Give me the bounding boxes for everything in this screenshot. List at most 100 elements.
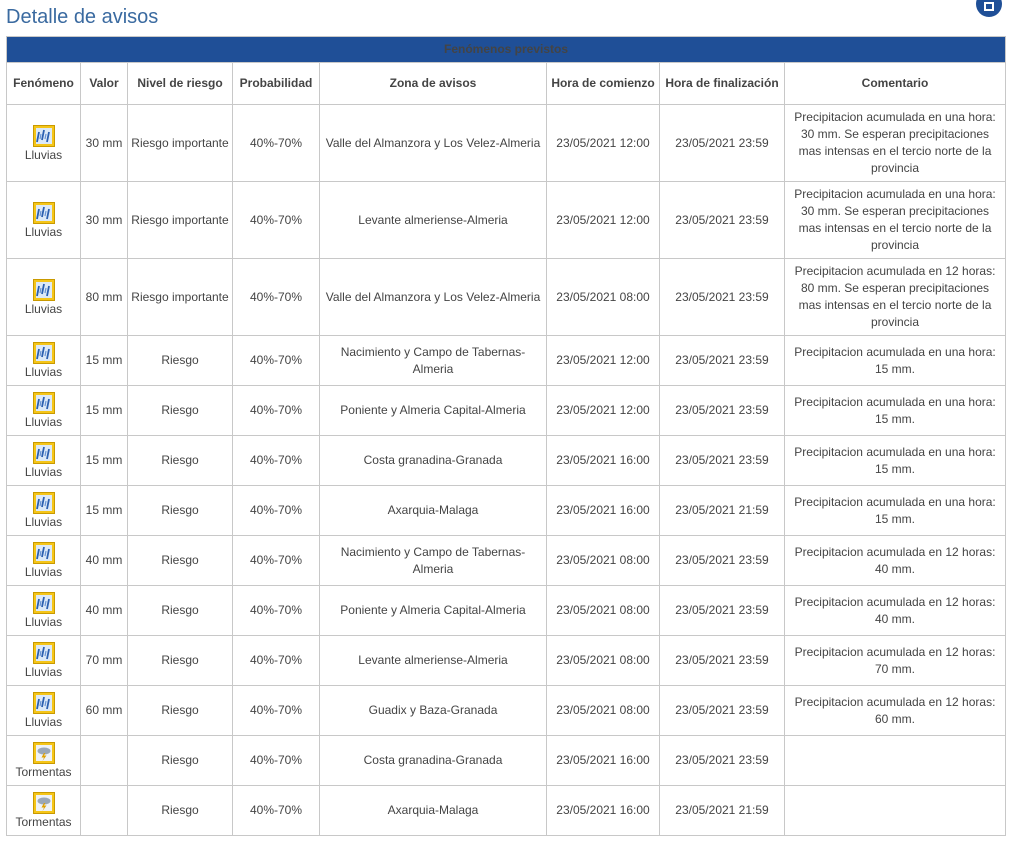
table-row: Lluvias 15 mm Riesgo 40%-70% Nacimiento y Ca… [6,335,1007,386]
cell-fenomeno: Lluvias [6,181,81,259]
cell-valor: 15 mm [80,385,128,436]
fenomeno-label: Lluvias [24,224,63,239]
table-body: Lluvias 30 mm Riesgo importante 40%-70% Vall… [6,104,1007,836]
cell-probabilidad: 40%-70% [232,785,320,836]
table-row: Tormentas Riesgo 40%-70% Axarquia-Malaga 23/… [6,785,1007,836]
cell-probabilidad: 40%-70% [232,385,320,436]
fenomeno-label: Lluvias [24,365,63,379]
rain-icon [32,592,55,614]
cell-zona: Valle del Almanzora y Los Velez-Almeria [319,258,547,336]
cell-zona: Valle del Almanzora y Los Velez-Almeria [319,104,547,182]
cell-nivel: Riesgo [127,485,233,536]
cell-fenomeno: Lluvias [6,535,81,586]
table-row: Lluvias 15 mm Riesgo 40%-70% Costa granadina… [6,435,1007,486]
cell-valor [80,735,128,786]
cell-zona: Costa granadina-Granada [319,735,547,786]
cell-fenomeno: Tormentas [6,735,81,786]
cell-comentario: Precipitacion acumulada en 12 horas: 40 … [783,535,1007,586]
cell-comienzo: 23/05/2021 16:00 [546,785,660,836]
cell-zona: Nacimiento y Campo de Tabernas-Almeria [319,335,547,386]
cell-finalizacion: 23/05/2021 23:59 [659,585,785,636]
cell-zona: Axarquia-Malaga [319,785,547,836]
fenomeno-label: Tormentas [15,815,72,829]
cell-fenomeno: Tormentas [6,785,81,836]
table-caption: Fenómenos previstos [5,36,1007,63]
cell-nivel: Riesgo importante [127,181,233,259]
cell-nivel: Riesgo importante [127,104,233,182]
header-comienzo: Hora de comienzo [546,62,660,105]
header-finalizacion: Hora de finalización [659,62,785,105]
cell-valor: 15 mm [80,335,128,386]
cell-finalizacion: 23/05/2021 23:59 [659,535,785,586]
cell-nivel: Riesgo importante [127,258,233,336]
table-row: Lluvias 70 mm Riesgo 40%-70% Levante almerie… [6,635,1007,686]
cell-probabilidad: 40%-70% [232,485,320,536]
cell-nivel: Riesgo [127,435,233,486]
cell-comentario: Precipitacion acumulada en una hora: 15 … [783,335,1007,386]
table-row: Lluvias 15 mm Riesgo 40%-70% Poniente y Alme… [6,385,1007,436]
header-valor: Valor [80,62,128,105]
fenomeno-label: Lluvias [24,715,63,729]
fenomeno-label: Lluvias [24,615,63,629]
cell-finalizacion: 23/05/2021 23:59 [659,258,785,336]
cell-nivel: Riesgo [127,635,233,686]
cell-comentario: Precipitacion acumulada en 12 horas: 80 … [783,258,1007,336]
cell-probabilidad: 40%-70% [232,585,320,636]
cell-probabilidad: 40%-70% [232,435,320,486]
cell-fenomeno: Lluvias [6,685,81,736]
cell-zona: Levante almeriense-Almeria [319,181,547,259]
table-row: Lluvias 15 mm Riesgo 40%-70% Axarquia-Malaga… [6,485,1007,536]
rain-icon [32,278,55,301]
cell-zona: Poniente y Almeria Capital-Almeria [319,585,547,636]
cell-valor: 70 mm [80,635,128,686]
cell-finalizacion: 23/05/2021 23:59 [659,685,785,736]
cell-zona: Guadix y Baza-Granada [319,685,547,736]
cell-valor: 15 mm [80,435,128,486]
cell-comienzo: 23/05/2021 12:00 [546,335,660,386]
cell-valor: 40 mm [80,535,128,586]
cell-finalizacion: 23/05/2021 23:59 [659,104,785,182]
rain-icon [32,492,55,514]
print-icon[interactable] [975,0,1003,18]
cell-comentario: Precipitacion acumulada en una hora: 30 … [783,181,1007,259]
cell-probabilidad: 40%-70% [232,685,320,736]
cell-fenomeno: Lluvias [6,335,81,386]
table-row: Tormentas Riesgo 40%-70% Costa granadina-Gr… [6,735,1007,786]
cell-zona: Costa granadina-Granada [319,435,547,486]
cell-nivel: Riesgo [127,585,233,636]
cell-comentario: Precipitacion acumulada en una hora: 15 … [783,485,1007,536]
fenomeno-label: Lluvias [24,515,63,529]
cell-nivel: Riesgo [127,785,233,836]
cell-valor: 15 mm [80,485,128,536]
cell-comentario: Precipitacion acumulada en 12 horas: 40 … [783,585,1007,636]
rain-icon [32,542,55,564]
cell-probabilidad: 40%-70% [232,635,320,686]
storm-icon [32,792,55,814]
rain-icon [32,392,55,414]
cell-valor: 40 mm [80,585,128,636]
cell-probabilidad: 40%-70% [232,181,320,259]
avisos-table: Fenómenos previstos Fenómeno Valor Nivel… [5,36,1007,836]
cell-comentario: Precipitacion acumulada en una hora: 15 … [783,435,1007,486]
table-row: Lluvias 30 mm Riesgo importante 40%-70% Leva… [6,181,1007,259]
table-row: Lluvias 30 mm Riesgo importante 40%-70% Vall… [6,104,1007,182]
cell-fenomeno: Lluvias [6,485,81,536]
cell-finalizacion: 23/05/2021 23:59 [659,435,785,486]
cell-comentario: Precipitacion acumulada en 12 horas: 70 … [783,635,1007,686]
cell-finalizacion: 23/05/2021 23:59 [659,385,785,436]
header-fenomeno: Fenómeno [6,62,81,105]
cell-nivel: Riesgo [127,335,233,386]
cell-comienzo: 23/05/2021 08:00 [546,585,660,636]
table-row: Lluvias 40 mm Riesgo 40%-70% Nacimiento y Ca… [6,535,1007,586]
cell-probabilidad: 40%-70% [232,104,320,182]
header-zona: Zona de avisos [319,62,547,105]
fenomeno-label: Lluvias [24,665,63,679]
fenomeno-label: Lluvias [24,301,63,316]
fenomeno-label: Lluvias [24,415,63,429]
header-probabilidad: Probabilidad [232,62,320,105]
fenomeno-label: Lluvias [24,465,63,479]
rain-icon [32,692,55,714]
cell-nivel: Riesgo [127,535,233,586]
cell-comienzo: 23/05/2021 08:00 [546,535,660,586]
cell-fenomeno: Lluvias [6,585,81,636]
